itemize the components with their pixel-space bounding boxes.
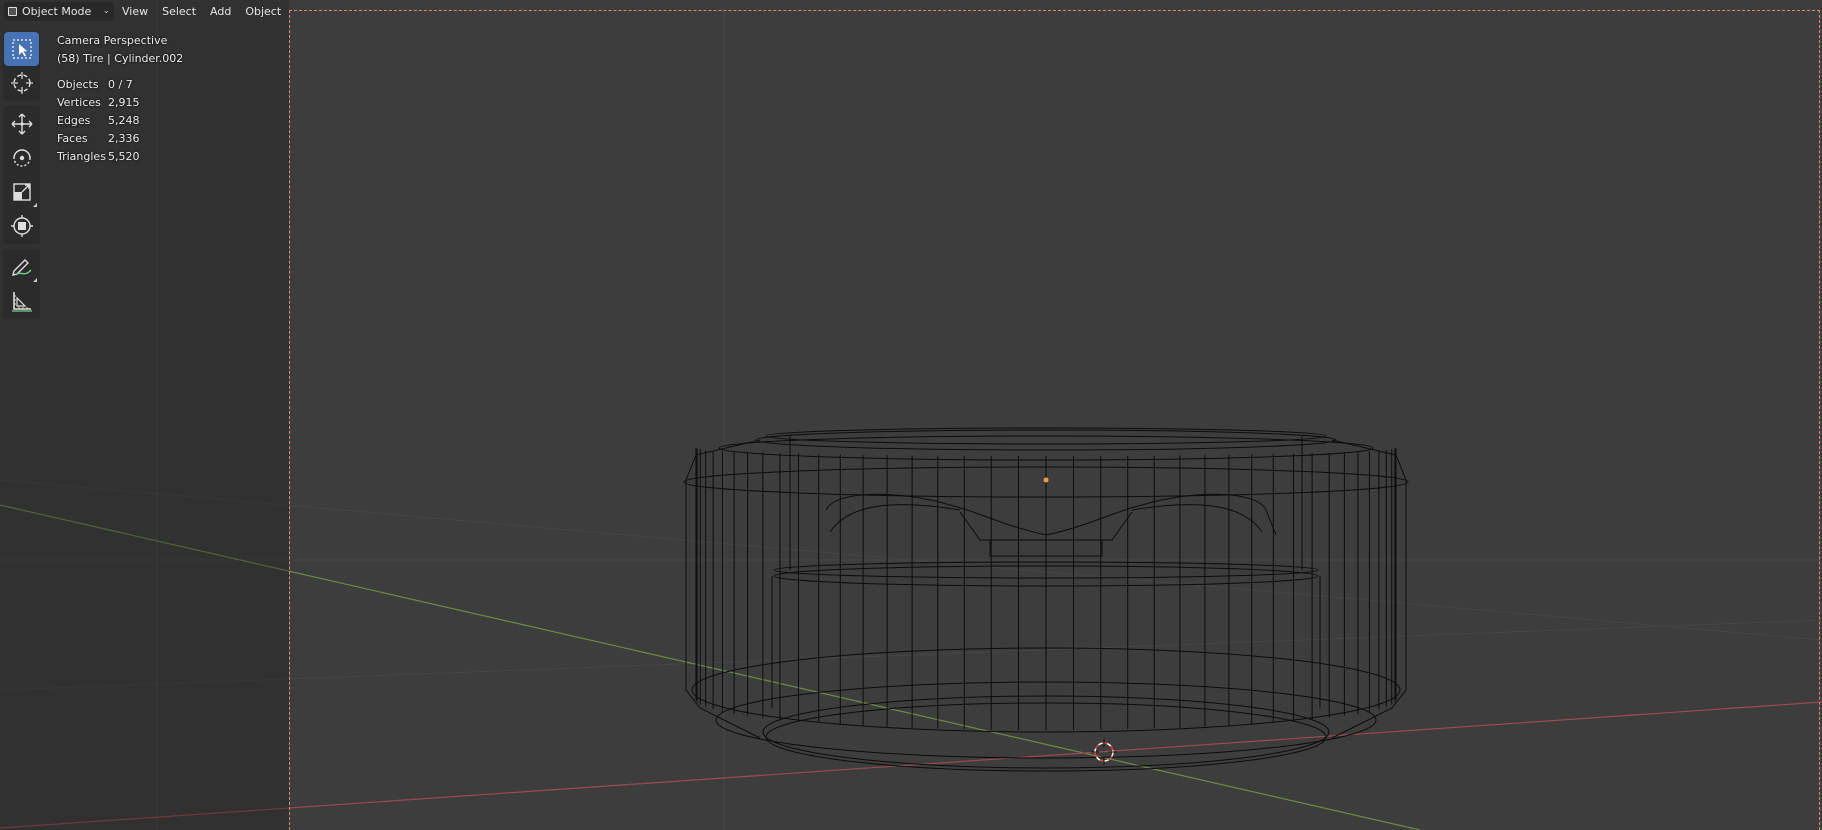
- stat-value: 2,915: [108, 96, 140, 109]
- move-tool[interactable]: [4, 107, 39, 141]
- tool-options-corner: [33, 278, 37, 282]
- 3d-viewport[interactable]: Object Mode ⌄ View Select Add Object Cam…: [0, 0, 1822, 830]
- move-icon: [11, 113, 32, 135]
- object-mode-icon: [8, 6, 17, 16]
- annotate-tool[interactable]: [4, 250, 39, 284]
- tool-group-select: [3, 31, 40, 101]
- stat-value: 2,336: [108, 132, 140, 145]
- select-box-tool[interactable]: [4, 32, 39, 66]
- viewport-header: Object Mode ⌄ View Select Add Object: [0, 0, 289, 22]
- scale-icon: [12, 183, 31, 201]
- chevron-down-icon: ⌄: [102, 6, 110, 16]
- menu-add[interactable]: Add: [204, 2, 237, 21]
- stat-label: Objects: [57, 78, 99, 91]
- viewport-text-overlay: Camera Perspective (58) Tire | Cylinder.…: [57, 32, 183, 166]
- stat-label: Faces: [57, 132, 88, 145]
- cursor-tool[interactable]: [4, 66, 39, 100]
- tool-group-transform: [3, 106, 40, 244]
- stat-value: 5,520: [108, 150, 140, 163]
- annotate-pencil-icon: [11, 259, 32, 276]
- scene-statistics: Objects 0 / 7 Vertices 2,915 Edges 5,248…: [57, 76, 183, 166]
- measure-tool[interactable]: [4, 284, 39, 318]
- active-object-label: (58) Tire | Cylinder.002: [57, 52, 184, 65]
- camera-frame: [289, 10, 1820, 830]
- menu-view[interactable]: View: [116, 2, 154, 21]
- stat-label: Edges: [57, 114, 91, 127]
- rotate-icon: [12, 149, 31, 167]
- mode-dropdown[interactable]: Object Mode ⌄: [4, 1, 114, 21]
- measure-ruler-icon: [11, 292, 32, 312]
- scale-tool[interactable]: [4, 175, 39, 209]
- mode-label: Object Mode: [22, 4, 92, 18]
- tool-shelf: [3, 31, 40, 324]
- menu-object[interactable]: Object: [239, 2, 287, 21]
- stat-value: 0 / 7: [108, 78, 133, 91]
- menu-select[interactable]: Select: [156, 2, 202, 21]
- cursor-icon: [10, 72, 33, 94]
- stat-value: 5,248: [108, 114, 140, 127]
- select-box-icon: [11, 39, 32, 59]
- rotate-tool[interactable]: [4, 141, 39, 175]
- tool-options-corner: [33, 203, 37, 207]
- stat-label: Triangles: [57, 150, 106, 163]
- transform-tool[interactable]: [4, 209, 39, 243]
- tool-group-annotate: [3, 249, 40, 319]
- transform-icon: [10, 215, 33, 237]
- stat-label: Vertices: [57, 96, 101, 109]
- view-name: Camera Perspective: [57, 34, 168, 47]
